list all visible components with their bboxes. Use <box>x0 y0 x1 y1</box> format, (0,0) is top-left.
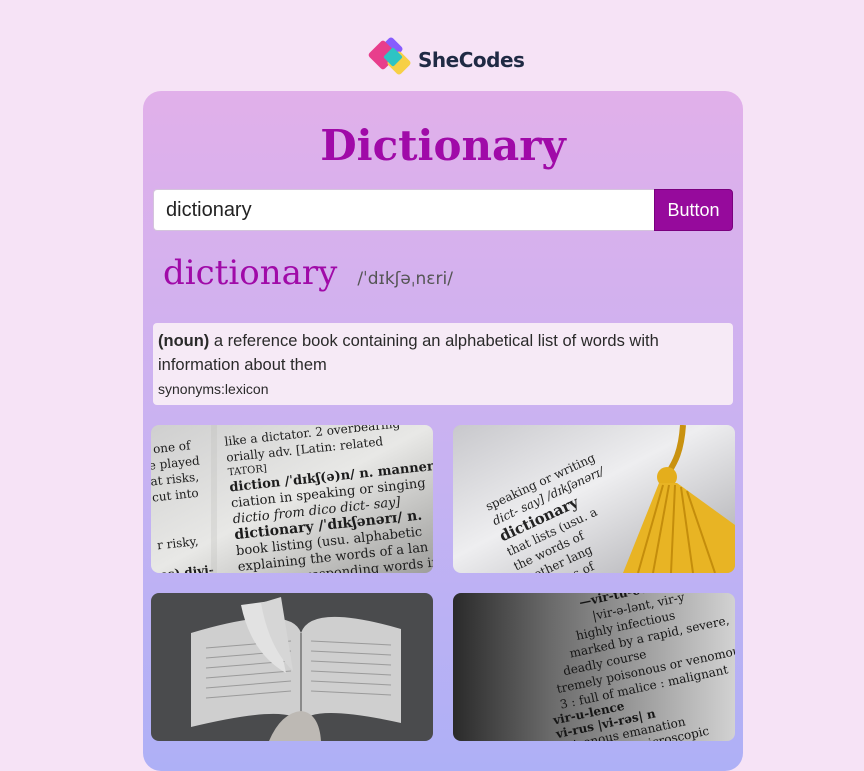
page-title: Dictionary <box>143 121 743 170</box>
dictionary-card: Dictionary Button dictionary /ˈdɪkʃəˌnɛr… <box>143 91 743 771</box>
word-header: dictionary /ˈdɪkʃəˌnɛri/ <box>163 253 453 293</box>
result-phonetic: /ˈdɪkʃəˌnɛri/ <box>357 269 453 289</box>
photo-dictionary-virulence[interactable]: —vir-tu-ous-ly |vir-ə-lənt, vir-y highly… <box>453 593 735 741</box>
meaning-box: (noun) a reference book containing an al… <box>153 323 733 405</box>
definition: (noun) a reference book containing an al… <box>158 329 728 377</box>
synonyms: synonyms:lexicon <box>158 381 728 397</box>
part-of-speech: (noun) <box>158 332 209 350</box>
synonyms-value[interactable]: lexicon <box>225 381 269 397</box>
definition-text: a reference book containing an alphabeti… <box>158 332 659 374</box>
shecodes-logo-icon <box>370 38 418 82</box>
photo-dictionary-page-closeup[interactable]: one of like a dictator. 2 overbearing e … <box>151 425 433 573</box>
photo-dictionary-tassel[interactable]: speaking or writing dict- say] /dɪkʃənər… <box>453 425 735 573</box>
brand-name: SheCodes <box>418 48 524 72</box>
result-word: dictionary <box>163 253 337 293</box>
synonyms-label: synonyms: <box>158 381 225 397</box>
shecodes-logo[interactable]: SheCodes <box>370 38 524 82</box>
photo-hand-flipping-book[interactable] <box>151 593 433 741</box>
search-button[interactable]: Button <box>654 189 733 231</box>
search-form: Button <box>153 189 733 231</box>
search-input[interactable] <box>153 189 654 231</box>
